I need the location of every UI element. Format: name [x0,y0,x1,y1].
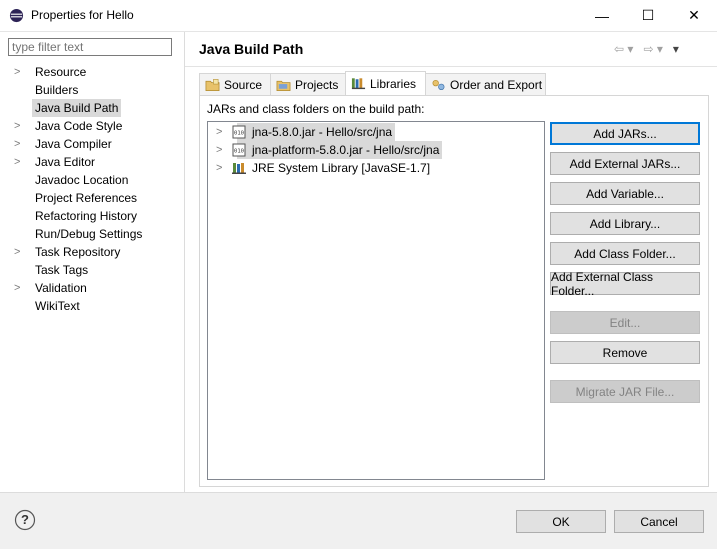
add-class-folder-button[interactable]: Add Class Folder... [550,242,700,265]
ok-button[interactable]: OK [516,510,606,533]
history-nav: ⇦ ▾ ⇨ ▾ ▾ [614,42,679,56]
tree-item-label: jna-5.8.0.jar - Hello/src/jna [237,123,396,141]
minimize-button[interactable]: — [579,0,625,31]
library-icon [232,163,246,174]
sidebar-item-label: Run/Debug Settings [35,227,143,241]
tree-item-label: JRE System Library [JavaSE-1.7] [252,161,431,175]
sidebar-item-label: Java Compiler [35,137,112,151]
sidebar-item-java-build-path[interactable]: Java Build Path [14,99,184,117]
chevron-right-icon[interactable]: > [216,159,222,177]
forward-button[interactable]: ⇨ ▾ [643,42,662,56]
libraries-icon [351,78,366,90]
eclipse-logo-icon [9,8,24,23]
back-button[interactable]: ⇦ ▾ [614,42,633,56]
svg-text:010: 010 [234,131,244,137]
tab-label: Libraries [370,77,417,91]
sidebar-item-refactoring-history[interactable]: Refactoring History [14,207,184,225]
sidebar-item-java-compiler[interactable]: > Java Compiler [14,135,184,153]
header-divider [185,66,717,67]
close-button[interactable]: ✕ [671,0,717,31]
page-title: Java Build Path [199,41,304,57]
sidebar-item-project-references[interactable]: Project References [14,189,184,207]
help-button[interactable]: ? [14,509,36,531]
sidebar-item-javadoc-location[interactable]: Javadoc Location [14,171,184,189]
sidebar-item-label: Task Tags [35,263,89,277]
edit-button[interactable]: Edit... [550,311,700,334]
chevron-right-icon[interactable]: > [14,117,28,135]
tab-projects[interactable]: Projects [270,73,346,95]
sidebar-item-java-editor[interactable]: > Java Editor [14,153,184,171]
svg-text:010: 010 [234,149,244,155]
source-folder-icon [205,79,220,91]
sidebar-item-resource[interactable]: > Resource [14,63,184,81]
chevron-right-icon[interactable]: > [14,63,28,81]
chevron-right-icon[interactable]: > [216,141,222,159]
add-external-class-folder-button[interactable]: Add External Class Folder... [550,270,700,298]
add-variable-button[interactable]: Add Variable... [550,182,700,205]
window-title: Properties for Hello [31,8,134,22]
sidebar-item-label: Builders [35,83,79,97]
tab-label: Source [224,78,263,92]
sidebar-item-label: Java Editor [35,155,96,169]
sidebar-item-label: Javadoc Location [35,173,129,187]
help-label: ? [21,512,29,527]
chevron-right-icon[interactable]: > [14,243,28,261]
chevron-right-icon[interactable]: > [14,135,28,153]
chevron-right-icon[interactable]: > [216,123,222,141]
chevron-right-icon[interactable]: > [14,279,28,297]
maximize-button[interactable]: ☐ [625,0,671,31]
dialog-footer [0,492,717,549]
order-export-icon [432,79,445,91]
projects-folder-icon [276,80,291,91]
filter-input[interactable] [8,38,172,56]
tree-item-label: jna-platform-5.8.0.jar - Hello/src/jna [237,141,443,159]
migrate-jar-button[interactable]: Migrate JAR File... [550,380,700,403]
build-path-label: JARs and class folders on the build path… [207,102,425,116]
jar-icon: 010 [232,143,246,157]
sidebar-item-task-repository[interactable]: > Task Repository [14,243,184,261]
sidebar-item-label: Task Repository [35,245,121,259]
sidebar-item-label: WikiText [35,299,80,313]
sidebar-item-label: Java Build Path [32,99,122,117]
add-library-button[interactable]: Add Library... [550,212,700,235]
build-path-tree[interactable]: > jna-5.8.0.jar - Hello/src/jna 010 > jn… [207,121,545,480]
sidebar-item-label: Java Code Style [35,119,123,133]
sidebar-item-task-tags[interactable]: Task Tags [14,261,184,279]
add-external-jars-button[interactable]: Add External JARs... [550,152,700,175]
sidebar-item-label: Validation [35,281,87,295]
sidebar-item-label: Refactoring History [35,209,138,223]
tab-label: Order and Export [450,78,543,92]
tab-source[interactable]: Source [199,73,271,95]
tab-order-and-export[interactable]: Order and Export [425,73,546,95]
sidebar-item-run-debug-settings[interactable]: Run/Debug Settings [14,225,184,243]
remove-button[interactable]: Remove [550,341,700,364]
cancel-button[interactable]: Cancel [614,510,704,533]
sidebar-item-validation[interactable]: > Validation [14,279,184,297]
add-jars-button[interactable]: Add JARs... [550,122,700,145]
tab-label: Projects [295,78,339,92]
sidebar-item-wikitext[interactable]: WikiText [14,297,184,315]
sidebar-item-label: Resource [35,65,87,79]
sidebar-item-label: Project References [35,191,138,205]
sidebar-item-builders[interactable]: Builders [14,81,184,99]
jar-icon: 010 [232,125,246,139]
sidebar-item-java-code-style[interactable]: > Java Code Style [14,117,184,135]
view-menu-button[interactable]: ▾ [673,42,679,56]
tab-libraries[interactable]: Libraries [345,71,426,94]
chevron-right-icon[interactable]: > [14,153,28,171]
